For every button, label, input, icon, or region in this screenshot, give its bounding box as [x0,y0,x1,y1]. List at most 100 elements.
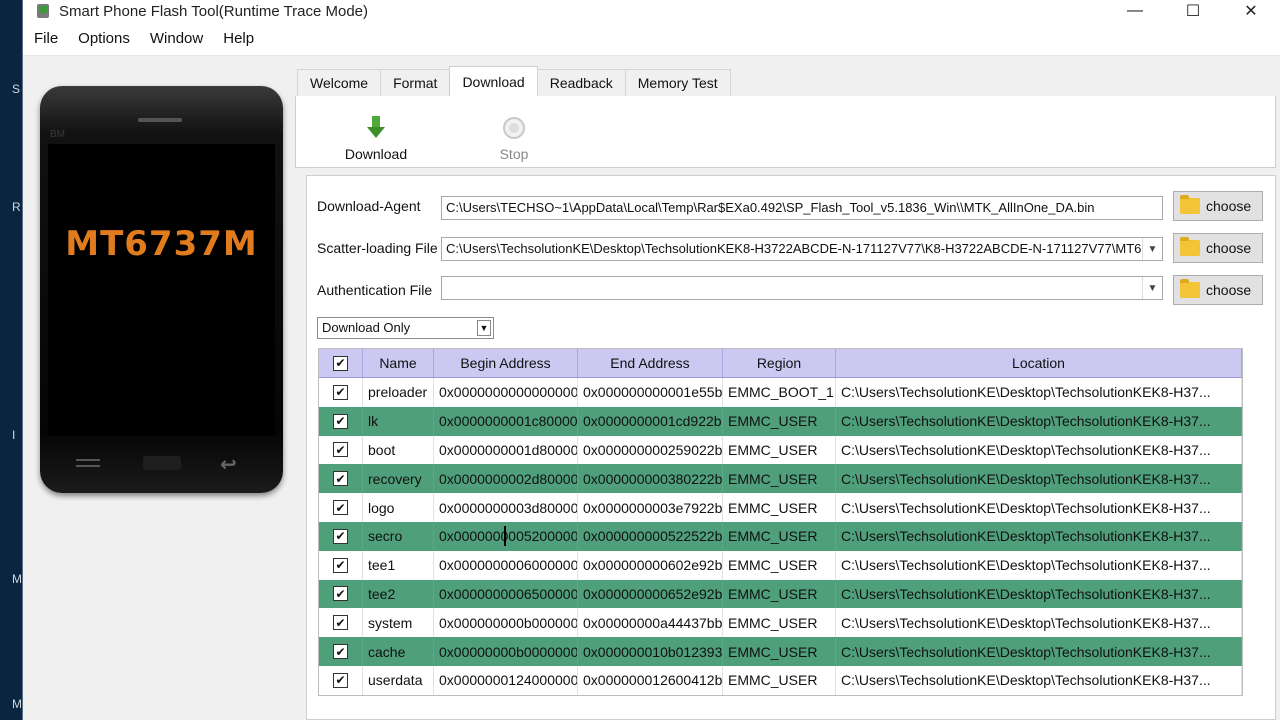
partition-name: tee2 [363,579,434,609]
table-row[interactable]: ✔ logo 0x0000000003d80000 0x0000000003e7922… [319,493,1242,522]
desktop-glyph: R [12,200,21,214]
location: C:\Users\TechsolutionKE\Desktop\Techsolu… [836,406,1242,436]
location: C:\Users\TechsolutionKE\Desktop\Techsolu… [836,579,1242,609]
location: C:\Users\TechsolutionKE\Desktop\Techsolu… [836,464,1242,494]
phone-screen [48,144,275,436]
row-checkbox[interactable]: ✔ [333,586,348,602]
tab-readback[interactable]: Readback [536,69,626,96]
table-row[interactable]: ✔ userdata 0x0000000124000000 0x00000001260… [319,665,1242,695]
choose-label: choose [1206,240,1252,256]
authentication-file-combobox[interactable]: ▼ [441,276,1163,300]
begin-address: 0x0000000001d80000 [434,435,578,465]
row-checkbox[interactable]: ✔ [333,644,348,660]
row-checkbox[interactable]: ✔ [333,471,348,487]
column-header-end-address[interactable]: End Address [578,349,723,377]
menu-help[interactable]: Help [223,30,264,47]
location: C:\Users\TechsolutionKE\Desktop\Techsolu… [836,550,1242,580]
download-panel: Download-Agent C:\Users\TECHSO~1\AppData… [306,175,1276,720]
table-row[interactable]: ✔ cache 0x00000000b0000000 0x000000010b0123… [319,637,1242,666]
stop-button[interactable]: Stop [474,114,554,162]
region: EMMC_USER [723,665,836,695]
authentication-file-choose-button[interactable]: choose [1173,275,1263,305]
download-agent-field[interactable]: C:\Users\TECHSO~1\AppData\Local\Temp\Rar… [441,196,1163,220]
desktop-glyph: S [12,82,21,96]
download-mode-value: Download Only [322,320,411,335]
scatter-file-choose-button[interactable]: choose [1173,233,1263,263]
row-checkbox-cell: ✔ [319,637,363,666]
column-header-region[interactable]: Region [723,349,836,377]
region: EMMC_USER [723,521,836,551]
table-row[interactable]: ✔ tee2 0x0000000006500000 0x000000000652e92… [319,579,1242,609]
table-row[interactable]: ✔ tee1 0x0000000006000000 0x000000000602e92… [319,550,1242,580]
row-checkbox[interactable]: ✔ [333,528,348,544]
chevron-down-icon[interactable]: ▼ [1142,238,1162,260]
menu-window[interactable]: Window [150,30,213,47]
row-checkbox-cell: ✔ [319,464,363,494]
menu-file[interactable]: File [34,30,68,47]
menu-key-icon [76,459,100,467]
minimize-button[interactable]: — [1106,0,1164,22]
partition-name: cache [363,637,434,666]
row-checkbox[interactable]: ✔ [333,557,348,573]
chip-model-label: MT6737M [65,224,258,264]
end-address: 0x000000000380222b [578,464,723,494]
partition-name: userdata [363,665,434,695]
region: EMMC_USER [723,406,836,436]
tab-memory-test[interactable]: Memory Test [624,69,731,96]
window-title: Smart Phone Flash Tool(Runtime Trace Mod… [59,2,369,20]
tab-download[interactable]: Download [449,66,538,96]
download-mode-select[interactable]: Download Only ▼ [317,317,494,339]
stop-icon [503,117,525,139]
region: EMMC_USER [723,464,836,494]
folder-icon [1180,279,1200,298]
column-header-begin-address[interactable]: Begin Address [434,349,578,377]
menu-options[interactable]: Options [78,30,140,47]
partition-name: lk [363,406,434,436]
table-row[interactable]: ✔ lk 0x0000000001c80000 0x0000000001cd922b E… [319,406,1242,436]
select-all-header[interactable]: ✔ [319,349,363,377]
table-row[interactable]: ✔ boot 0x0000000001d80000 0x000000000259022… [319,435,1242,465]
begin-address: 0x0000000006500000 [434,579,578,609]
stop-button-label: Stop [499,146,529,162]
tab-format[interactable]: Format [380,69,451,96]
begin-address: 0x0000000000000000 [434,378,578,407]
phone-speaker [138,118,182,122]
table-row[interactable]: ✔ secro 0x0000000005200000 0x00000000052252… [319,521,1242,551]
row-checkbox-cell: ✔ [319,579,363,609]
row-checkbox[interactable]: ✔ [333,500,348,516]
row-checkbox[interactable]: ✔ [333,413,348,429]
select-all-checkbox[interactable]: ✔ [333,355,348,371]
main-tabs: Welcome Format Download Readback Memory … [297,66,731,96]
scatter-file-combobox[interactable]: C:\Users\TechsolutionKE\Desktop\Techsolu… [441,237,1163,261]
column-header-location[interactable]: Location [836,349,1242,377]
region: EMMC_BOOT_1 [723,378,836,407]
back-key-icon: ↩ [220,454,237,476]
chevron-down-icon[interactable]: ▼ [1142,277,1162,299]
desktop-glyph: M [12,572,22,586]
row-checkbox-cell: ✔ [319,665,363,695]
title-bar[interactable]: Smart Phone Flash Tool(Runtime Trace Mod… [23,0,1280,22]
row-checkbox[interactable]: ✔ [333,384,348,400]
table-row[interactable]: ✔ preloader 0x0000000000000000 0x0000000000… [319,378,1242,407]
scatter-file-value: C:\Users\TechsolutionKE\Desktop\Techsolu… [446,241,1142,256]
begin-address: 0x0000000003d80000 [434,493,578,522]
scatter-file-label: Scatter-loading File [317,240,438,256]
column-header-name[interactable]: Name [363,349,434,377]
choose-label: choose [1206,282,1252,298]
row-checkbox[interactable]: ✔ [333,672,348,688]
download-button[interactable]: Download [336,114,416,162]
table-row[interactable]: ✔ recovery 0x0000000002d80000 0x00000000038… [319,464,1242,494]
table-row[interactable]: ✔ system 0x000000000b000000 0x00000000a4443… [319,608,1242,638]
download-agent-choose-button[interactable]: choose [1173,191,1263,221]
location: C:\Users\TechsolutionKE\Desktop\Techsolu… [836,378,1242,407]
choose-label: choose [1206,198,1252,214]
close-button[interactable]: ✕ [1222,0,1280,22]
maximize-button[interactable]: ☐ [1164,0,1222,22]
begin-address: 0x0000000005200000 [434,521,578,551]
row-checkbox[interactable]: ✔ [333,442,348,458]
row-checkbox[interactable]: ✔ [333,615,348,631]
tab-welcome[interactable]: Welcome [297,69,382,96]
partition-name: preloader [363,378,434,407]
partition-name: secro [363,521,434,551]
region: EMMC_USER [723,637,836,666]
